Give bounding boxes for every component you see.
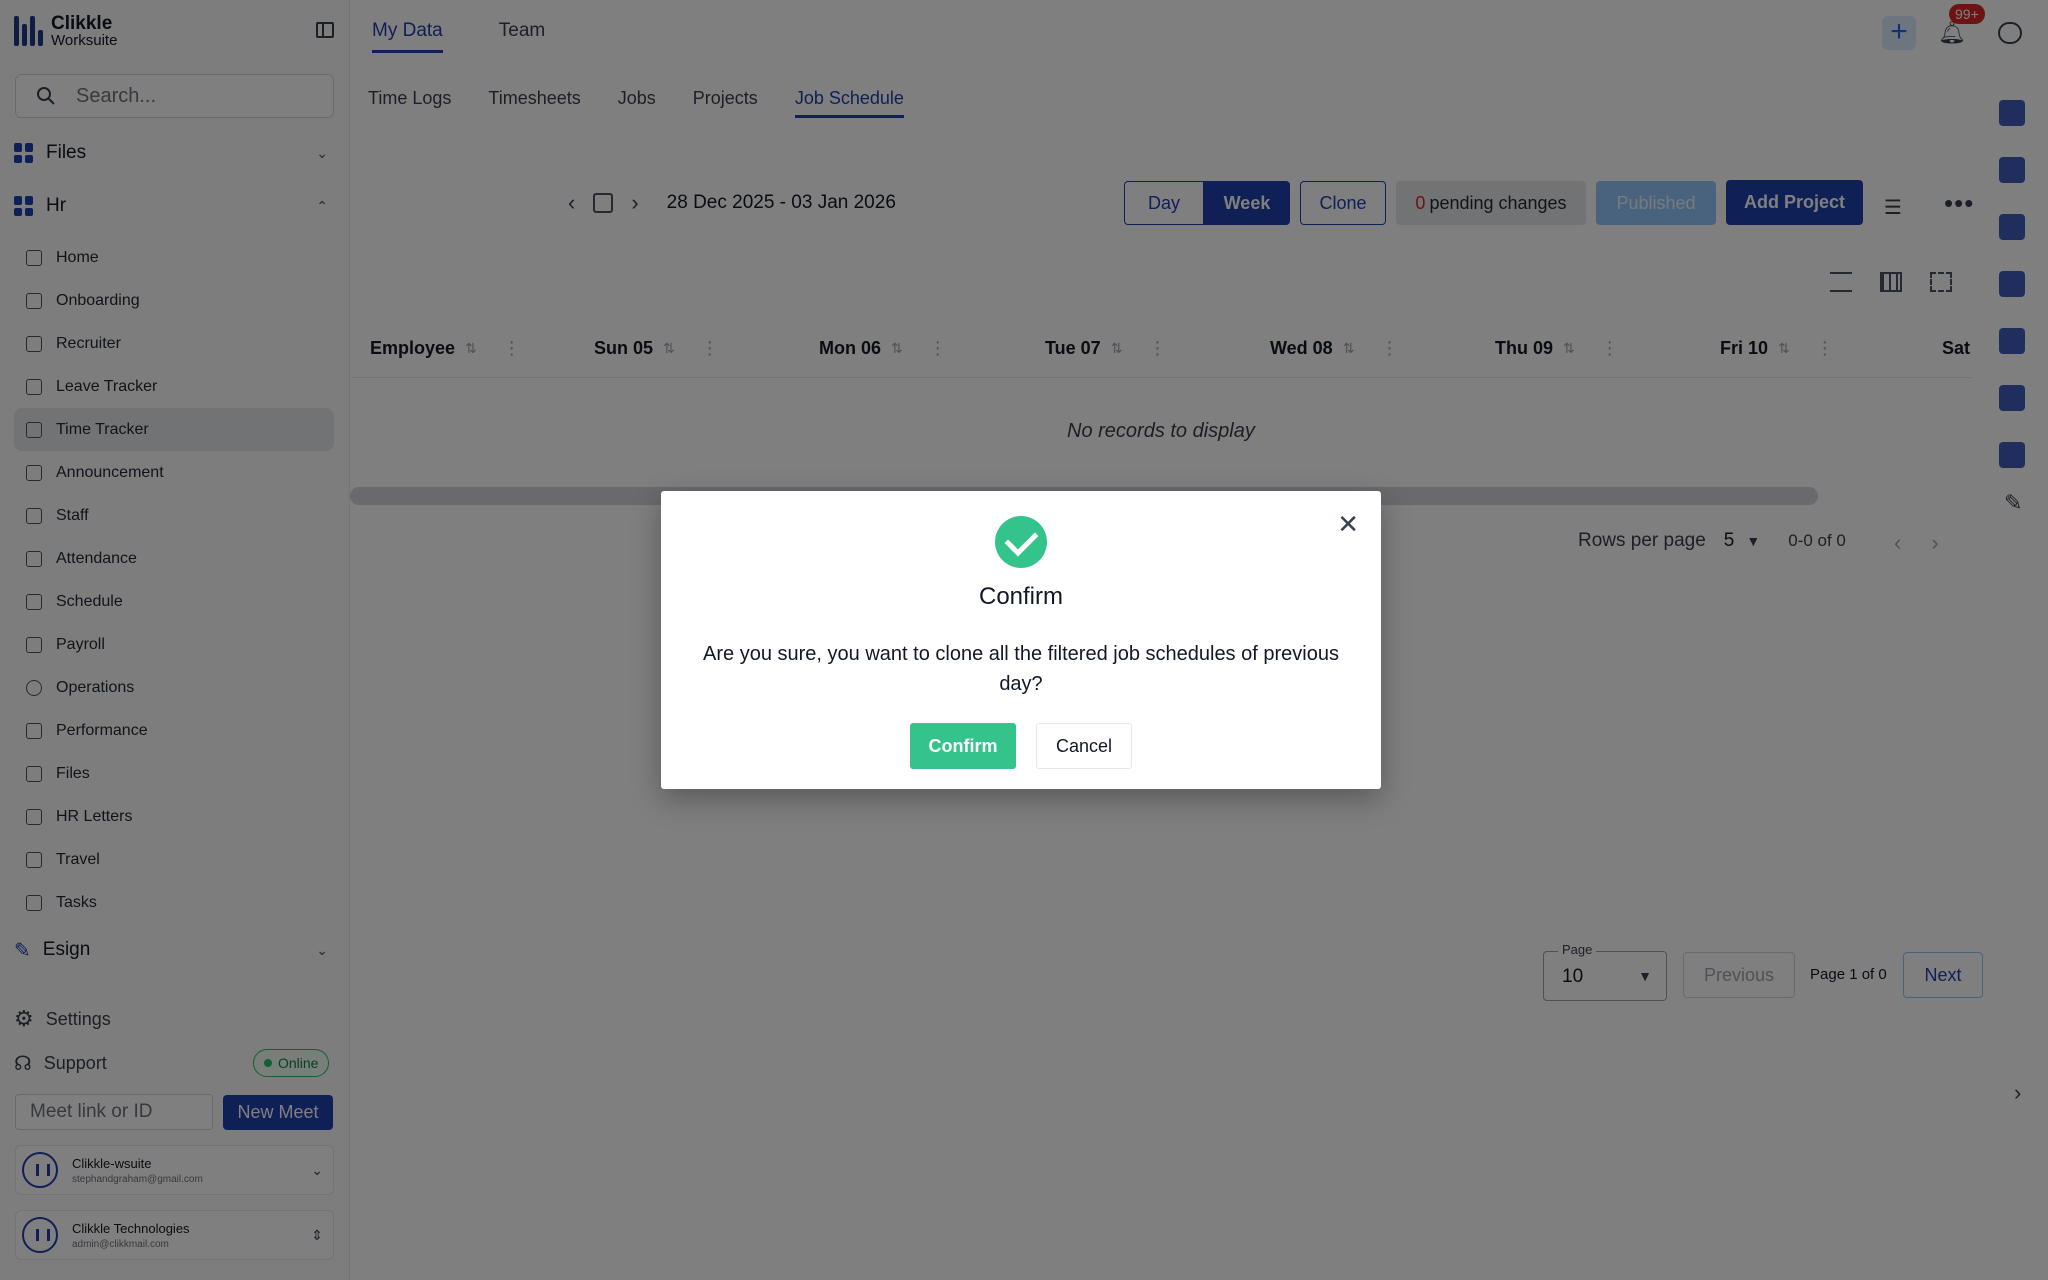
confirm-dialog: ✕ Confirm Are you sure, you want to clon… (661, 491, 1381, 789)
close-icon[interactable]: ✕ (1337, 509, 1359, 540)
cancel-button[interactable]: Cancel (1036, 723, 1132, 769)
dialog-message: Are you sure, you want to clone all the … (703, 643, 1339, 695)
dialog-title: Confirm (978, 583, 1063, 610)
check-circle-icon (995, 516, 1047, 568)
confirm-button[interactable]: Confirm (910, 723, 1016, 769)
